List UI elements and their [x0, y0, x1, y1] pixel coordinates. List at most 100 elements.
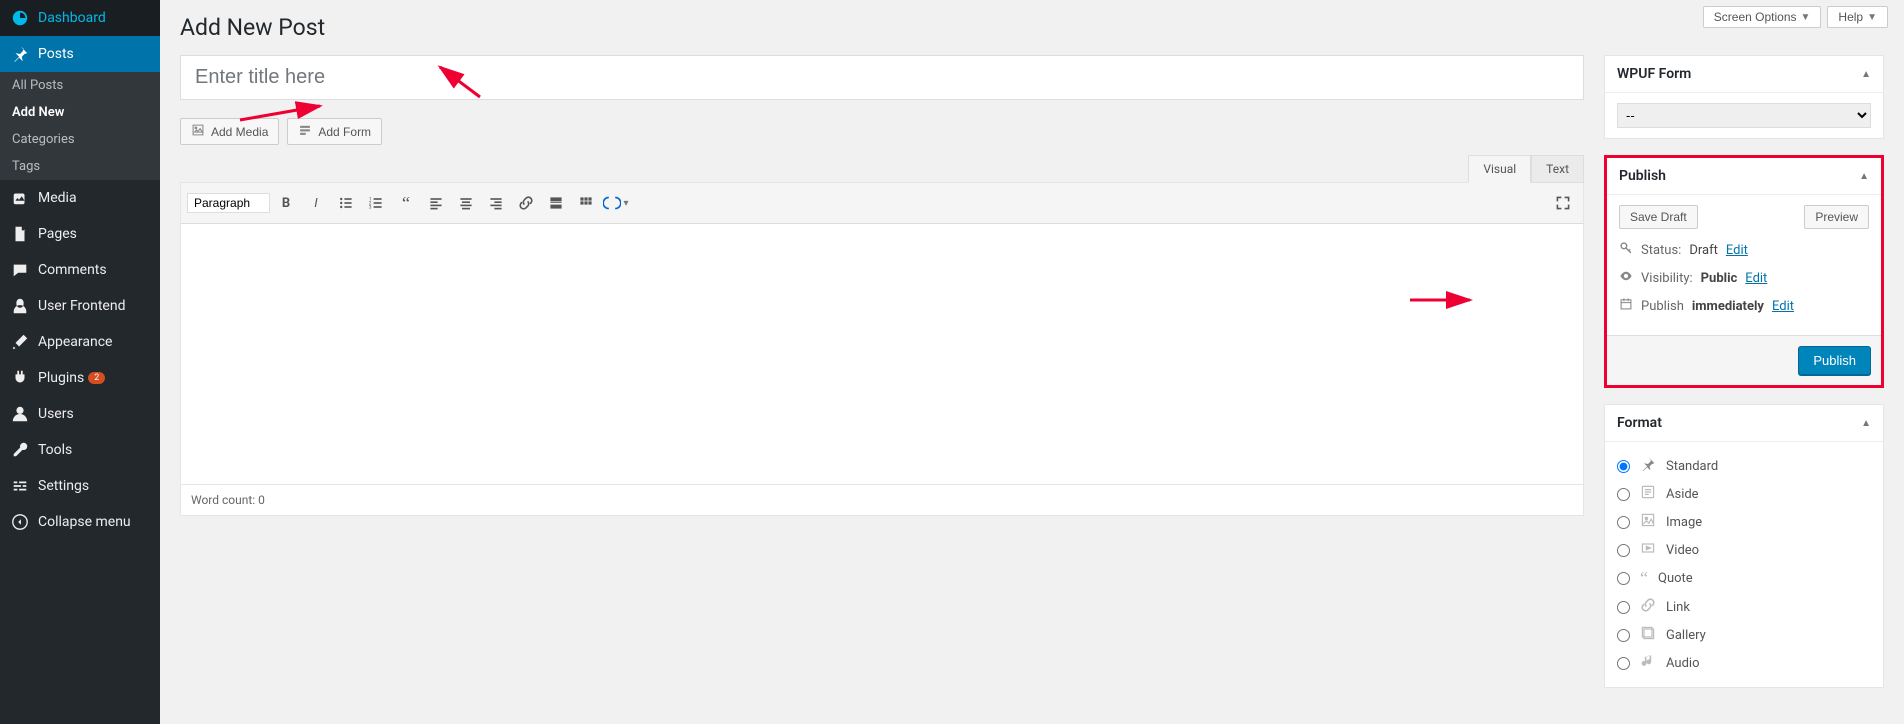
page-icon: [10, 224, 30, 244]
add-form-button[interactable]: Add Form: [287, 118, 382, 145]
sidebar-item-label: Settings: [38, 478, 89, 494]
toolbar-toggle-button[interactable]: [572, 189, 600, 217]
sidebar-item-users[interactable]: Users: [0, 396, 160, 432]
sidebar-item-label: Pages: [38, 226, 77, 242]
chevron-up-icon: ▲: [1861, 418, 1871, 429]
format-radio[interactable]: [1617, 629, 1630, 642]
format-radio[interactable]: [1617, 460, 1630, 473]
user-frontend-icon: [10, 296, 30, 316]
preview-button[interactable]: Preview: [1804, 205, 1869, 229]
sidebar-item-label: Comments: [38, 262, 107, 278]
italic-button[interactable]: I: [302, 189, 330, 217]
sidebar-item-posts[interactable]: Posts: [0, 36, 160, 72]
post-title-input[interactable]: [180, 55, 1584, 100]
bullet-list-button[interactable]: [332, 189, 360, 217]
chevron-down-icon: ▼: [1801, 12, 1811, 23]
fullscreen-button[interactable]: [1549, 189, 1577, 217]
sidebar-item-media[interactable]: Media: [0, 180, 160, 216]
form-icon: [298, 123, 312, 140]
update-badge: 2: [88, 372, 105, 384]
format-toggle[interactable]: Format ▲: [1605, 405, 1883, 442]
edit-status-link[interactable]: Edit: [1726, 243, 1748, 258]
sidebar-item-plugins[interactable]: Plugins 2: [0, 360, 160, 396]
tab-visual[interactable]: Visual: [1468, 155, 1531, 183]
format-radio[interactable]: [1617, 516, 1630, 529]
format-option-quote[interactable]: “ Quote: [1617, 564, 1871, 593]
media-icon: [191, 123, 205, 140]
submenu-add-new[interactable]: Add New: [0, 99, 160, 126]
bold-button[interactable]: B: [272, 189, 300, 217]
edit-visibility-link[interactable]: Edit: [1745, 271, 1767, 286]
sidebar-item-label: Plugins: [38, 370, 84, 386]
comment-icon: [10, 260, 30, 280]
align-right-button[interactable]: [482, 189, 510, 217]
calendar-icon: [1619, 297, 1633, 315]
align-left-button[interactable]: [422, 189, 450, 217]
readmore-button[interactable]: [542, 189, 570, 217]
brush-icon: [10, 332, 30, 352]
sidebar-item-dashboard[interactable]: Dashboard: [0, 0, 160, 36]
collapse-icon: [10, 512, 30, 532]
chevron-up-icon: ▲: [1861, 69, 1871, 80]
format-radio[interactable]: [1617, 657, 1630, 670]
format-icon: “: [1640, 568, 1648, 589]
format-metabox: Format ▲ Standard Aside Image Video “ Qu…: [1604, 404, 1884, 688]
edit-publish-date-link[interactable]: Edit: [1772, 299, 1794, 314]
format-option-aside[interactable]: Aside: [1617, 480, 1871, 508]
format-option-video[interactable]: Video: [1617, 536, 1871, 564]
sidebar-item-settings[interactable]: Settings: [0, 468, 160, 504]
key-icon: [1619, 241, 1633, 259]
paragraph-select[interactable]: Paragraph: [187, 193, 270, 213]
wpuf-form-toggle[interactable]: WPUF Form ▲: [1605, 56, 1883, 93]
format-radio[interactable]: [1617, 488, 1630, 501]
sidebar-item-user-frontend[interactable]: User Frontend: [0, 288, 160, 324]
numbered-list-button[interactable]: 123: [362, 189, 390, 217]
sidebar-item-comments[interactable]: Comments: [0, 252, 160, 288]
wpuf-form-select[interactable]: --: [1617, 103, 1871, 128]
user-icon: [10, 404, 30, 424]
chevron-down-icon: ▼: [1867, 12, 1877, 23]
sidebar-item-label: Users: [38, 406, 74, 422]
save-draft-button[interactable]: Save Draft: [1619, 205, 1698, 229]
format-option-gallery[interactable]: Gallery: [1617, 621, 1871, 649]
publish-toggle[interactable]: Publish ▲: [1607, 158, 1881, 195]
publish-button[interactable]: Publish: [1798, 346, 1871, 375]
format-icon: [1640, 456, 1656, 476]
sidebar-item-label: Media: [38, 190, 77, 206]
wrench-icon: [10, 440, 30, 460]
format-option-standard[interactable]: Standard: [1617, 452, 1871, 480]
format-radio[interactable]: [1617, 572, 1630, 585]
media-icon: [10, 188, 30, 208]
submenu-tags[interactable]: Tags: [0, 153, 160, 180]
editor-toolbar: Paragraph B I 123 “ ▾: [181, 183, 1583, 224]
help-button[interactable]: Help ▼: [1827, 6, 1888, 28]
editor-status-bar: Word count: 0: [181, 484, 1583, 515]
format-icon: [1640, 625, 1656, 645]
format-icon: [1640, 484, 1656, 504]
submenu-all-posts[interactable]: All Posts: [0, 72, 160, 99]
page-title: Add New Post: [180, 14, 1884, 41]
sidebar-collapse[interactable]: Collapse menu: [0, 504, 160, 540]
add-media-button[interactable]: Add Media: [180, 118, 279, 145]
format-radio[interactable]: [1617, 544, 1630, 557]
svg-text:3: 3: [369, 205, 372, 211]
editor-textarea[interactable]: [181, 224, 1583, 484]
format-radio[interactable]: [1617, 601, 1630, 614]
sidebar-item-appearance[interactable]: Appearance: [0, 324, 160, 360]
format-option-image[interactable]: Image: [1617, 508, 1871, 536]
screen-options-button[interactable]: Screen Options ▼: [1703, 6, 1822, 28]
distraction-free-button[interactable]: ▾: [602, 189, 630, 217]
link-button[interactable]: [512, 189, 540, 217]
dashboard-icon: [10, 8, 30, 28]
format-option-audio[interactable]: Audio: [1617, 649, 1871, 677]
sidebar-item-tools[interactable]: Tools: [0, 432, 160, 468]
format-option-link[interactable]: Link: [1617, 593, 1871, 621]
blockquote-button[interactable]: “: [392, 189, 420, 217]
pin-icon: [10, 44, 30, 64]
align-center-button[interactable]: [452, 189, 480, 217]
tab-text[interactable]: Text: [1531, 155, 1584, 183]
format-icon: [1640, 540, 1656, 560]
publish-metabox: Publish ▲ Save Draft Preview Status: Dra…: [1604, 155, 1884, 388]
submenu-categories[interactable]: Categories: [0, 126, 160, 153]
sidebar-item-pages[interactable]: Pages: [0, 216, 160, 252]
